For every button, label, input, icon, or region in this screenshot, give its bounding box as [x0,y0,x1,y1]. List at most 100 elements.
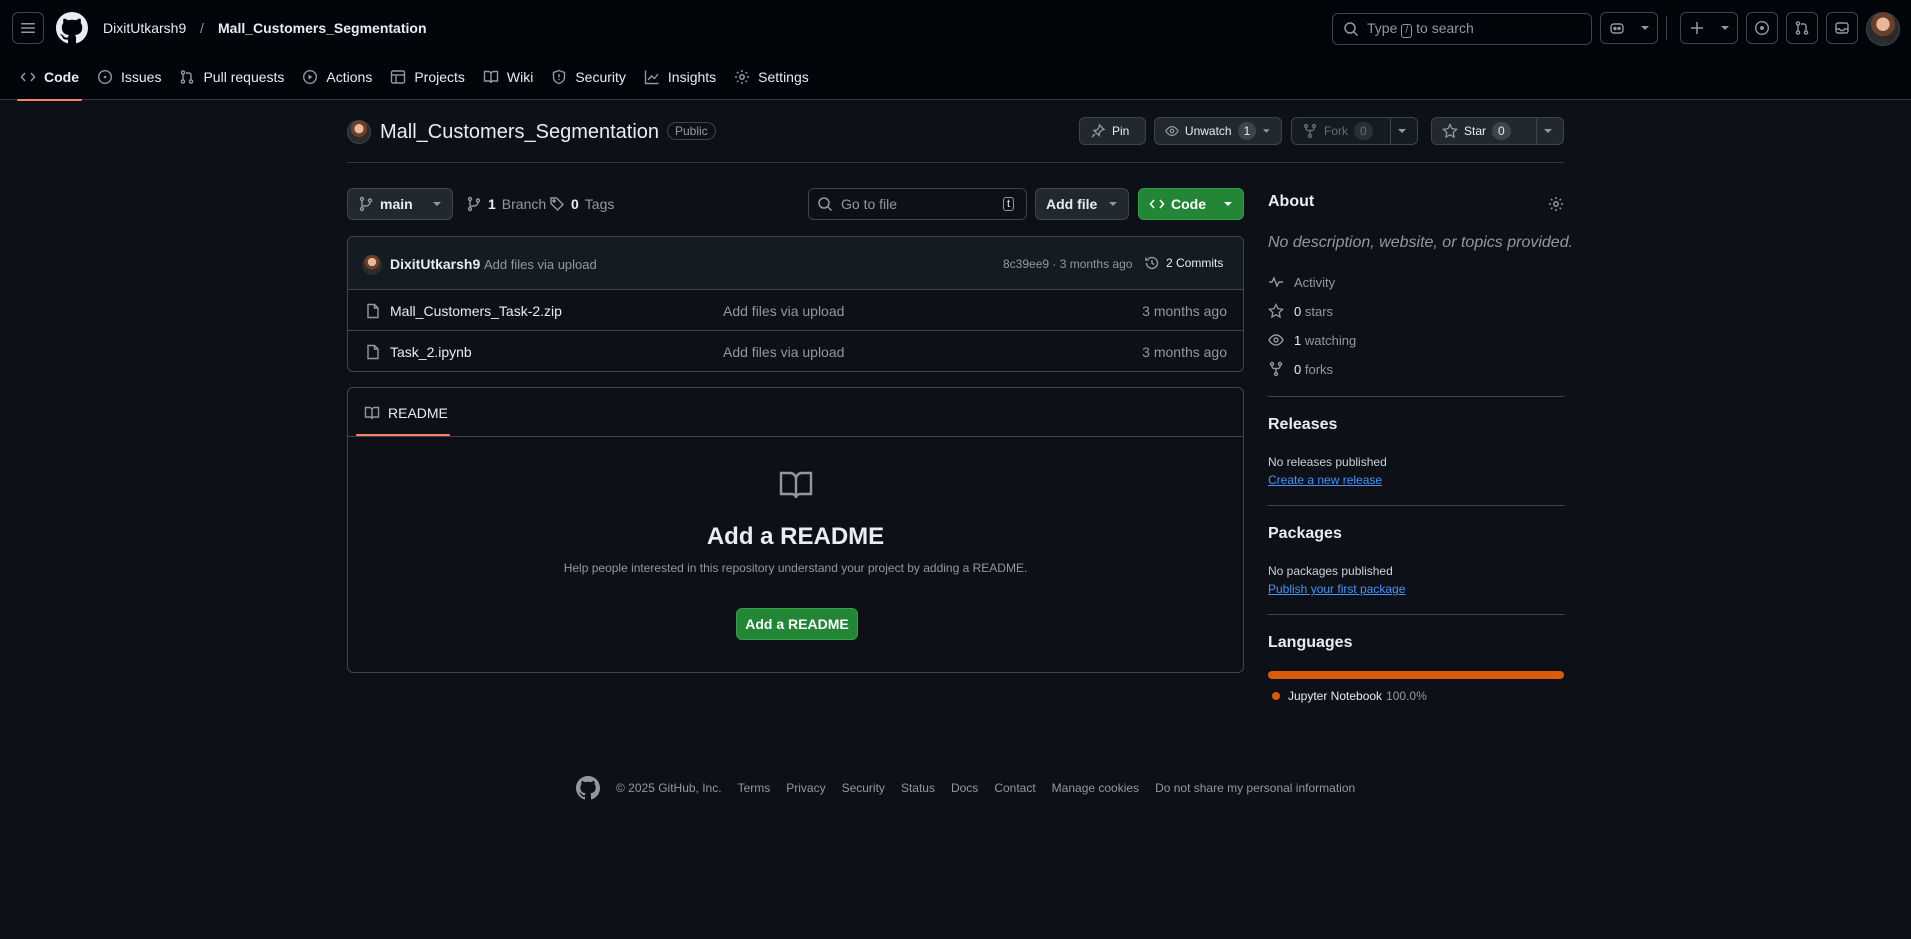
branches-link[interactable]: 1 Branch [466,196,546,212]
go-to-file-input[interactable]: Go to file t [808,188,1027,220]
code-icon [1149,199,1165,209]
global-search-input[interactable]: Type / to search [1332,13,1592,45]
footer-link-do-not-share-my-personal-information[interactable]: Do not share my personal information [1155,781,1355,795]
tab-security[interactable]: Security [542,58,635,96]
file-name-link[interactable]: Task_2.ipynb [390,344,472,360]
chevron-down-icon [433,202,441,206]
book-icon [364,406,380,420]
tab-label: Projects [414,69,465,85]
activity-link[interactable]: Activity [1268,274,1335,290]
pull-request-icon [181,70,194,84]
add-file-button[interactable]: Add file [1035,188,1129,220]
readme-empty-description: Help people interested in this repositor… [563,561,1028,575]
tab-pull-requests[interactable]: Pull requests [170,58,293,96]
footer-copyright: © 2025 GitHub, Inc. [616,781,722,795]
footer-link-docs[interactable]: Docs [951,781,978,795]
branch-count: 1 [488,196,496,212]
tab-settings[interactable]: Settings [725,58,818,96]
tab-label: Insights [667,69,717,85]
latest-commit-row: DixitUtkarsh9 Add files via upload 8c39e… [348,237,1243,290]
forks-count: 0 [1294,361,1302,377]
publish-package-link[interactable]: Publish your first package [1268,582,1405,596]
tab-wiki[interactable]: Wiki [474,58,542,96]
unwatch-label: Unwatch [1184,124,1232,138]
file-commit-message[interactable]: Add files via upload [723,344,844,360]
stars-link[interactable]: 0 stars [1268,303,1333,319]
repo-title[interactable]: Mall_Customers_Segmentation [380,121,659,144]
footer-link-terms[interactable]: Terms [738,781,771,795]
watching-link[interactable]: 1 watching [1268,332,1356,348]
releases-heading[interactable]: Releases [1268,416,1337,434]
code-button[interactable]: Code [1138,188,1244,220]
readme-tab[interactable]: README [364,405,448,421]
stars-label: stars [1304,303,1334,319]
github-mark-icon[interactable] [576,776,600,800]
branch-selector[interactable]: main [347,188,453,220]
file-name-link[interactable]: Mall_Customers_Task-2.zip [390,303,562,319]
commit-message[interactable]: Add files via upload [484,257,597,272]
copilot-button[interactable] [1600,12,1658,44]
gear-icon[interactable] [1548,196,1564,212]
breadcrumb-owner[interactable]: DixitUtkarsh9 [103,20,186,36]
tab-issues[interactable]: Issues [88,58,170,96]
star-icon [1268,303,1284,319]
split-divider [1390,118,1391,144]
pulse-icon [1269,276,1283,288]
create-new-button[interactable] [1680,12,1738,44]
plus-icon [1690,22,1703,34]
readme-panel: README Add a README Help people interest… [347,387,1244,673]
tag-count: 0 [571,196,579,212]
eye-icon [1268,334,1284,346]
file-commit-message[interactable]: Add files via upload [723,303,844,319]
commit-author[interactable]: DixitUtkarsh9 [390,256,480,272]
commits-label: Commits [1176,256,1224,270]
file-table: DixitUtkarsh9 Add files via upload 8c39e… [347,236,1244,372]
add-readme-button[interactable]: Add a README [736,608,858,640]
tab-actions[interactable]: Actions [293,58,381,96]
readme-tab-label: README [388,405,448,421]
commit-author-avatar[interactable] [362,255,382,275]
watching-label: watching [1304,332,1357,348]
table-row: Task_2.ipynb Add files via upload 3 months… [348,332,1243,371]
create-release-link[interactable]: Create a new release [1268,473,1382,487]
footer: © 2025 GitHub, Inc. Terms Privacy Security… [576,776,1355,800]
pull-requests-button[interactable] [1786,12,1818,44]
go-to-file-placeholder: Go to file [841,196,898,212]
branch-name: main [380,196,413,212]
footer-link-contact[interactable]: Contact [994,781,1035,795]
readme-header [348,388,1243,437]
issues-button[interactable] [1746,12,1778,44]
footer-link-privacy[interactable]: Privacy [786,781,825,795]
search-shortcut-key: / [1401,24,1413,38]
owner-avatar[interactable] [347,120,371,144]
inbox-icon [1835,22,1849,34]
repo-nav: Code Issues Pull requests Actions Projects Wi… [11,58,818,101]
user-avatar[interactable] [1866,12,1900,46]
language-percent: 100.0% [1386,689,1427,703]
pin-button[interactable]: Pin [1079,117,1146,145]
commits-link[interactable]: 2 Commits [1144,255,1223,271]
footer-link-security[interactable]: Security [842,781,885,795]
tab-projects[interactable]: Projects [381,58,474,96]
sidebar-divider [1268,614,1564,615]
star-button[interactable]: Star 0 [1431,117,1564,145]
tab-code[interactable]: Code [11,58,88,101]
language-item-jupyter[interactable]: Jupyter Notebook 100.0% [1272,689,1427,703]
language-bar [1268,671,1564,679]
title-divider [347,162,1564,163]
github-logo[interactable] [56,12,88,44]
releases-empty: No releases published [1268,455,1387,469]
breadcrumb-repo[interactable]: Mall_Customers_Segmentation [218,20,427,36]
forks-link[interactable]: 0 forks [1268,361,1333,377]
hamburger-menu-button[interactable] [12,12,44,44]
tab-insights[interactable]: Insights [635,58,725,96]
packages-heading[interactable]: Packages [1268,525,1342,543]
footer-link-status[interactable]: Status [901,781,935,795]
tags-link[interactable]: 0 Tags [549,196,614,212]
unwatch-button[interactable]: Unwatch 1 [1154,117,1282,145]
footer-link-manage-cookies[interactable]: Manage cookies [1052,781,1139,795]
commit-hash-time[interactable]: 8c39ee9 · 3 months ago [1003,257,1132,271]
search-prefix: Type [1367,20,1398,36]
fork-button[interactable]: Fork 0 [1291,117,1418,145]
inbox-button[interactable] [1826,12,1858,44]
